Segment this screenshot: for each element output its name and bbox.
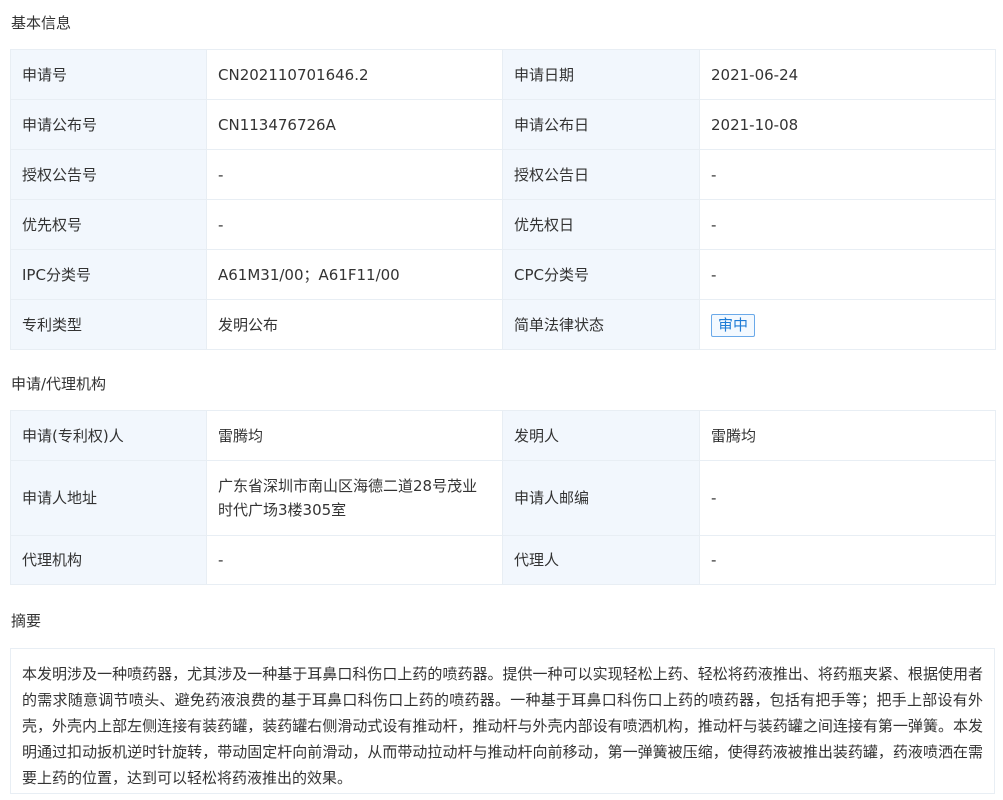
agent-label: 代理人	[502, 535, 700, 585]
table-row: 授权公告号 - 授权公告日 -	[10, 149, 996, 200]
priority-number-value: -	[206, 199, 503, 250]
applicant-address-label: 申请人地址	[10, 460, 207, 536]
ipc-class-label: IPC分类号	[10, 249, 207, 300]
cpc-class-value: -	[699, 249, 996, 300]
table-row: 优先权号 - 优先权日 -	[10, 199, 996, 250]
patent-type-value: 发明公布	[206, 299, 503, 350]
grant-date-value: -	[699, 149, 996, 200]
abstract-text: 本发明涉及一种喷药器，尤其涉及一种基于耳鼻口科伤口上药的喷药器。提供一种可以实现…	[10, 648, 995, 794]
application-number-label: 申请号	[10, 49, 207, 100]
inventor-value: 雷腾均	[699, 410, 996, 461]
ipc-class-value: A61M31/00；A61F11/00	[206, 249, 503, 300]
applicant-label: 申请(专利权)人	[10, 410, 207, 461]
publication-date-label: 申请公布日	[502, 99, 700, 150]
patent-type-label: 专利类型	[10, 299, 207, 350]
grant-date-label: 授权公告日	[502, 149, 700, 200]
agency-title: 申请/代理机构	[11, 375, 107, 393]
applicant-value: 雷腾均	[206, 410, 503, 461]
grant-number-label: 授权公告号	[10, 149, 207, 200]
table-row: IPC分类号 A61M31/00；A61F11/00 CPC分类号 -	[10, 249, 996, 300]
table-row: 申请号 CN202110701646.2 申请日期 2021-06-24	[10, 49, 996, 100]
agency-org-label: 代理机构	[10, 535, 207, 585]
publication-number-value: CN113476726A	[206, 99, 503, 150]
priority-number-label: 优先权号	[10, 199, 207, 250]
abstract-title: 摘要	[11, 612, 42, 630]
application-date-label: 申请日期	[502, 49, 700, 100]
agent-value: -	[699, 535, 996, 585]
table-row: 申请(专利权)人 雷腾均 发明人 雷腾均	[10, 410, 996, 461]
grant-number-value: -	[206, 149, 503, 200]
agency-org-value: -	[206, 535, 503, 585]
patent-detail-page: 基本信息 申请号 CN202110701646.2 申请日期 2021-06-2…	[0, 0, 1003, 800]
application-date-value: 2021-06-24	[699, 49, 996, 100]
application-number-value: CN202110701646.2	[206, 49, 503, 100]
cpc-class-label: CPC分类号	[502, 249, 700, 300]
priority-date-label: 优先权日	[502, 199, 700, 250]
applicant-postcode-value: -	[699, 460, 996, 536]
table-row: 代理机构 - 代理人 -	[10, 535, 996, 585]
basic-info-title: 基本信息	[11, 14, 72, 32]
basic-info-table: 申请号 CN202110701646.2 申请日期 2021-06-24 申请公…	[10, 49, 996, 350]
inventor-label: 发明人	[502, 410, 700, 461]
applicant-postcode-label: 申请人邮编	[502, 460, 700, 536]
table-row: 申请人地址 广东省深圳市南山区海德二道28号茂业时代广场3楼305室 申请人邮编…	[10, 460, 996, 536]
table-row: 专利类型 发明公布 简单法律状态 审中	[10, 299, 996, 350]
table-row: 申请公布号 CN113476726A 申请公布日 2021-10-08	[10, 99, 996, 150]
priority-date-value: -	[699, 199, 996, 250]
publication-date-value: 2021-10-08	[699, 99, 996, 150]
legal-status-badge: 审中	[711, 313, 756, 337]
publication-number-label: 申请公布号	[10, 99, 207, 150]
legal-status-label: 简单法律状态	[502, 299, 700, 350]
agency-table: 申请(专利权)人 雷腾均 发明人 雷腾均 申请人地址 广东省深圳市南山区海德二道…	[10, 410, 996, 585]
applicant-address-value: 广东省深圳市南山区海德二道28号茂业时代广场3楼305室	[206, 460, 503, 536]
